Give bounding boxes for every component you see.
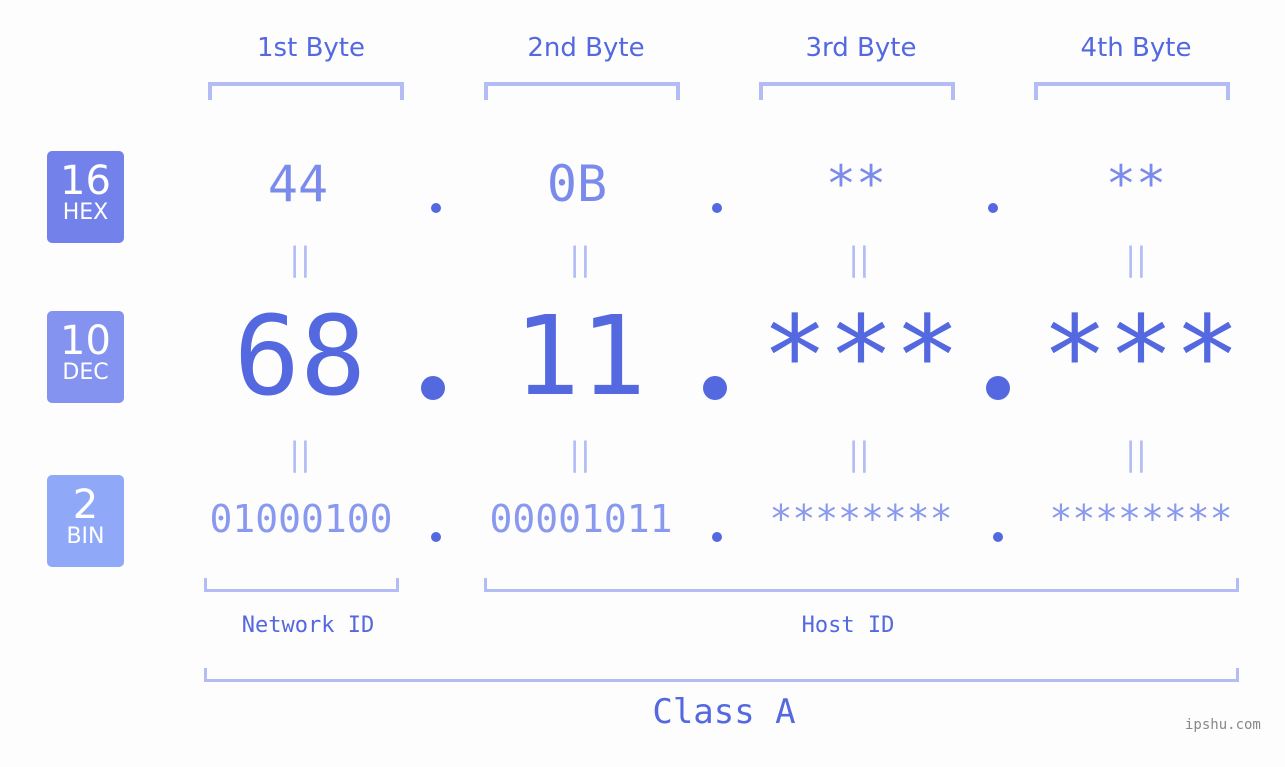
network-id-label: Network ID <box>241 613 375 638</box>
dec-value-1: 68 <box>233 292 367 420</box>
equals-sign: || <box>569 240 591 278</box>
byte-bracket-3 <box>759 82 955 100</box>
equals-sign: || <box>289 240 311 278</box>
bin-dot-1 <box>431 532 441 542</box>
hex-value-3: ** <box>825 155 887 213</box>
dec-badge: 10 DEC <box>47 311 124 403</box>
byte-header-2: 2nd Byte <box>527 33 645 63</box>
hex-badge-number: 16 <box>60 158 111 204</box>
bin-badge: 2 BIN <box>47 475 124 567</box>
dec-dot-2 <box>703 376 727 400</box>
dec-dot-3 <box>986 376 1010 400</box>
dec-dot-1 <box>421 376 445 400</box>
bin-badge-label: BIN <box>66 524 105 549</box>
hex-badge: 16 HEX <box>47 151 124 243</box>
bin-badge-number: 2 <box>72 482 99 528</box>
hex-value-4: ** <box>1105 155 1167 213</box>
network-id-bracket <box>204 578 399 592</box>
dec-badge-number: 10 <box>60 318 111 364</box>
dec-value-4: *** <box>1041 292 1241 420</box>
byte-header-3: 3rd Byte <box>805 33 917 63</box>
bin-value-4: ******** <box>1049 497 1233 541</box>
byte-header-1: 1st Byte <box>257 33 365 63</box>
hex-badge-label: HEX <box>62 200 109 225</box>
hex-dot-1 <box>431 203 441 213</box>
host-id-label: Host ID <box>801 613 895 638</box>
byte-header-4: 4th Byte <box>1080 33 1192 63</box>
watermark: ipshu.com <box>1185 717 1261 733</box>
hex-value-2: 0B <box>546 155 608 213</box>
equals-sign: || <box>848 240 870 278</box>
class-label: Class A <box>652 692 796 732</box>
hex-dot-2 <box>712 203 722 213</box>
equals-sign: || <box>1125 240 1147 278</box>
byte-bracket-2 <box>484 82 680 100</box>
bin-value-1: 01000100 <box>209 497 393 541</box>
dec-badge-label: DEC <box>62 360 109 385</box>
dec-value-2: 11 <box>513 292 647 420</box>
equals-sign: || <box>1125 435 1147 473</box>
bin-dot-2 <box>712 532 722 542</box>
byte-bracket-1 <box>208 82 404 100</box>
hex-value-1: 44 <box>267 155 329 213</box>
bin-value-2: 00001011 <box>489 497 673 541</box>
bin-value-3: ******** <box>769 497 953 541</box>
byte-bracket-4 <box>1034 82 1230 100</box>
equals-sign: || <box>848 435 870 473</box>
hex-dot-3 <box>988 203 998 213</box>
dec-value-3: *** <box>761 292 961 420</box>
host-id-bracket <box>484 578 1239 592</box>
bin-dot-3 <box>993 532 1003 542</box>
equals-sign: || <box>569 435 591 473</box>
class-bracket <box>204 668 1239 682</box>
equals-sign: || <box>289 435 311 473</box>
